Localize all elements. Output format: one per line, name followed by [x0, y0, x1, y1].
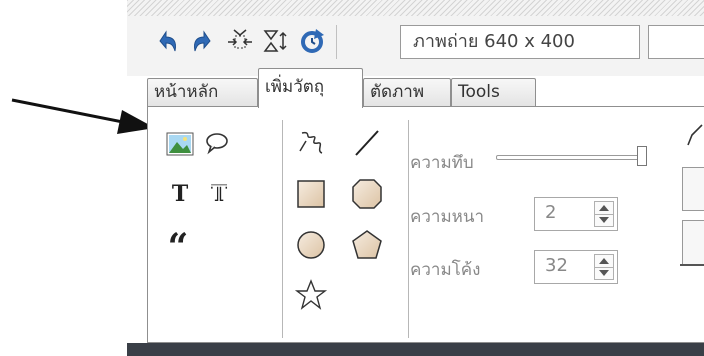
tab-tools[interactable]: Tools [451, 78, 536, 106]
ribbon-panel [147, 106, 704, 343]
redo-icon[interactable] [189, 27, 217, 55]
pointer-arrow-annotation [11, 98, 155, 134]
fit-height-icon[interactable] [262, 27, 290, 55]
secondary-field[interactable] [648, 25, 704, 59]
toolbar-divider [336, 25, 337, 59]
top-strip [127, 0, 704, 16]
tab-crop[interactable]: ตัดภาพ [363, 78, 451, 106]
fit-width-icon[interactable] [226, 27, 254, 55]
tab-add-object[interactable]: เพิ่มวัตถุ [258, 68, 363, 108]
rotate-icon[interactable] [298, 27, 326, 55]
undo-icon[interactable] [153, 27, 181, 55]
status-bar [127, 343, 704, 356]
tab-home[interactable]: หน้าหลัก [147, 78, 258, 106]
image-size-field[interactable]: ภาพถ่าย 640 x 400 [400, 25, 640, 59]
